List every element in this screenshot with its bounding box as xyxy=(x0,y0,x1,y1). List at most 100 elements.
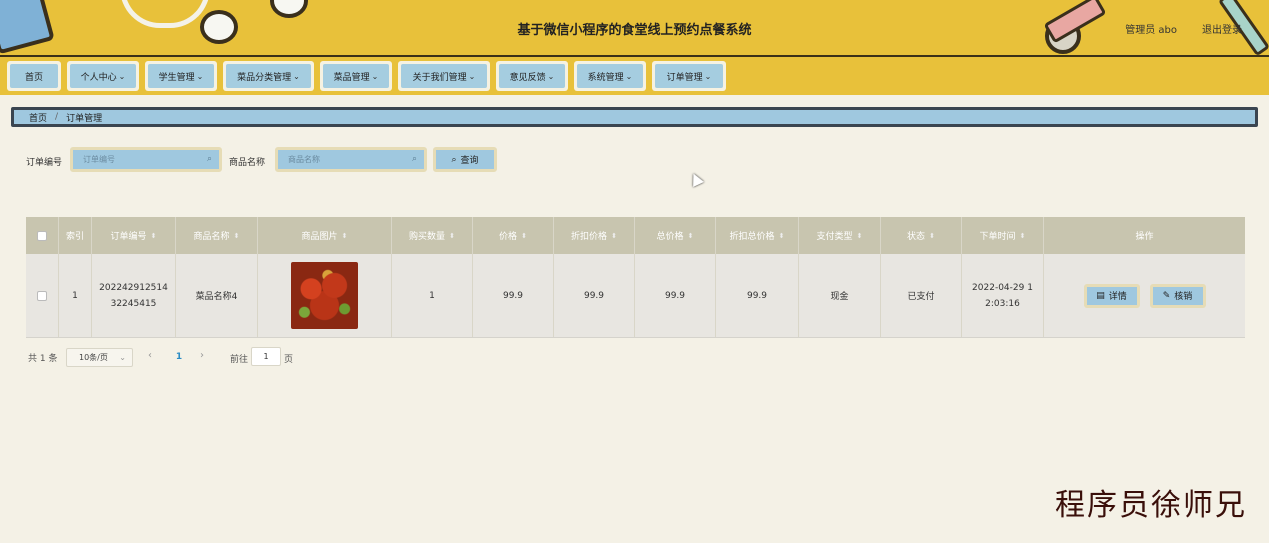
site-title: 基于微信小程序的食堂线上预约点餐系统 xyxy=(517,23,752,38)
next-page-button[interactable]: › xyxy=(200,350,204,361)
row-checkbox[interactable] xyxy=(37,290,47,301)
header-quantity[interactable]: 购买数量 ⬍ xyxy=(392,217,473,254)
header-total-price[interactable]: 总价格 ⬍ xyxy=(635,217,716,254)
chevron-down-icon: ⌄ xyxy=(625,71,633,81)
nav-item-dish-management[interactable]: 菜品管理 ⌄ xyxy=(320,61,392,91)
header-label: 价格 xyxy=(499,232,518,242)
goto-label: 前往 xyxy=(230,355,249,365)
nav-item-label: 关于我们管理 xyxy=(412,72,467,83)
sort-icon: ⬍ xyxy=(341,231,348,240)
sort-icon: ⬍ xyxy=(1019,231,1026,240)
nav-item-label: 首页 xyxy=(24,72,43,83)
watermark: 程序员徐师兄 xyxy=(1055,488,1247,523)
search-button-label: 查询 xyxy=(460,156,479,166)
select-all-cell xyxy=(26,217,59,254)
prev-page-button[interactable]: ‹ xyxy=(148,350,152,361)
cell-status: 已支付 xyxy=(881,254,962,337)
main-nav: 首页 个人中心 ⌄ 学生管理 ⌄ 菜品分类管理 ⌄ 菜品管理 ⌄ 关于我们管理 ⌄ 意见反… xyxy=(0,55,1269,95)
logout-link[interactable]: 退出登录 xyxy=(1202,21,1242,36)
order-table: 索引 订单编号 ⬍ 商品名称 ⬍ 商品图片 ⬍ 购买数量 ⬍ 价格 ⬍ 折扣价格 ⬍ 总价格… xyxy=(26,217,1245,338)
header-label: 操作 xyxy=(1135,232,1154,242)
cell-actions: ▤ 详情 ✎ 核销 xyxy=(1044,254,1245,337)
header: 基于微信小程序的食堂线上预约点餐系统 管理员 abo 退出登录 xyxy=(0,0,1269,55)
order-no-placeholder: 订单编号 xyxy=(83,155,115,164)
product-name-label: 商品名称 xyxy=(229,158,266,168)
search-icon: ⌕ xyxy=(206,154,212,164)
header-index: 索引 xyxy=(59,217,92,254)
header-label: 状态 xyxy=(907,232,926,242)
detail-button[interactable]: ▤ 详情 xyxy=(1083,283,1140,308)
header-label: 商品名称 xyxy=(193,232,230,242)
product-name-input[interactable]: 商品名称 ⌕ xyxy=(275,147,427,172)
search-icon: ⌕ xyxy=(411,154,417,164)
breadcrumb: 首页 / 订单管理 xyxy=(11,107,1258,127)
nav-item-feedback[interactable]: 意见反馈 ⌄ xyxy=(496,61,568,91)
breadcrumb-home[interactable]: 首页 xyxy=(29,111,47,124)
verify-button[interactable]: ✎ 核销 xyxy=(1149,283,1206,308)
detail-button-label: 详情 xyxy=(1108,292,1127,302)
document-icon: ▤ xyxy=(1096,290,1105,301)
order-no-input[interactable]: 订单编号 ⌕ xyxy=(70,147,222,172)
header-price[interactable]: 价格 ⬍ xyxy=(473,217,554,254)
order-time-part: 2022-04-29 1 xyxy=(972,282,1033,293)
nav-item-label: 意见反馈 xyxy=(509,72,546,83)
cell-pay-type: 现金 xyxy=(799,254,881,337)
header-product-name[interactable]: 商品名称 ⬍ xyxy=(176,217,258,254)
breadcrumb-separator: / xyxy=(55,112,59,122)
header-label: 索引 xyxy=(65,232,84,242)
sort-icon: ⬍ xyxy=(150,231,157,240)
nav-item-dish-category-management[interactable]: 菜品分类管理 ⌄ xyxy=(223,61,314,91)
nav-item-label: 菜品管理 xyxy=(333,72,370,83)
header-discount-total[interactable]: 折扣总价格 ⬍ xyxy=(716,217,799,254)
nav-item-personal-center[interactable]: 个人中心 ⌄ xyxy=(67,61,139,91)
earbud-decoration-icon xyxy=(270,0,308,18)
sort-icon: ⬍ xyxy=(521,231,527,240)
header-status[interactable]: 状态 ⬍ xyxy=(881,217,962,254)
verify-button-label: 核销 xyxy=(1174,292,1193,302)
user-info: 管理员 abo xyxy=(1125,25,1177,36)
order-no-part: 32245415 xyxy=(110,298,157,309)
header-label: 折扣价格 xyxy=(571,232,608,242)
cell-product-name: 菜品名称4 xyxy=(176,254,258,337)
product-name-placeholder: 商品名称 xyxy=(288,155,320,164)
header-label: 支付类型 xyxy=(816,232,853,242)
chevron-down-icon: ⌄ xyxy=(118,71,126,81)
search-button[interactable]: ⌕ 查询 xyxy=(433,147,497,172)
chevron-down-icon: ⌄ xyxy=(196,71,204,81)
header-order-no[interactable]: 订单编号 ⬍ xyxy=(92,217,176,254)
header-order-time[interactable]: 下单时间 ⬍ xyxy=(962,217,1044,254)
select-all-checkbox[interactable] xyxy=(37,230,47,241)
cell-quantity: 1 xyxy=(392,254,473,337)
page-size-select[interactable]: 10条/页 ⌄ xyxy=(66,348,133,367)
dish-image xyxy=(291,262,358,329)
cell-index: 1 xyxy=(59,254,92,337)
nav-item-label: 菜品分类管理 xyxy=(237,72,292,83)
header-label: 购买数量 xyxy=(409,232,446,242)
page-number-current[interactable]: 1 xyxy=(170,348,188,366)
goto-page-input[interactable]: 1 xyxy=(251,347,281,366)
nav-item-home[interactable]: 首页 xyxy=(7,61,61,91)
header-actions: 操作 xyxy=(1044,217,1245,254)
cell-price: 99.9 xyxy=(473,254,554,337)
nav-item-about-us-management[interactable]: 关于我们管理 ⌄ xyxy=(398,61,490,91)
search-icon: ⌕ xyxy=(451,154,457,165)
chevron-down-icon: ⌄ xyxy=(704,71,712,81)
page-size-value: 10条/页 xyxy=(79,353,108,362)
sort-icon: ⬍ xyxy=(233,231,240,240)
cell-discount-total: 99.9 xyxy=(716,254,799,337)
header-product-image[interactable]: 商品图片 ⬍ xyxy=(258,217,392,254)
nav-item-label: 订单管理 xyxy=(666,72,703,83)
table-row: 1 202242912514 32245415 菜品名称4 1 99.9 99.… xyxy=(26,254,1245,338)
order-time-part: 2:03:16 xyxy=(985,298,1020,309)
order-no-part: 202242912514 xyxy=(99,282,168,293)
nav-item-student-management[interactable]: 学生管理 ⌄ xyxy=(145,61,217,91)
nav-item-system-management[interactable]: 系统管理 ⌄ xyxy=(574,61,646,91)
header-pay-type[interactable]: 支付类型 ⬍ xyxy=(799,217,881,254)
header-discount-price[interactable]: 折扣价格 ⬍ xyxy=(554,217,635,254)
nav-item-label: 系统管理 xyxy=(587,72,624,83)
chevron-down-icon: ⌄ xyxy=(547,71,555,81)
nav-item-label: 个人中心 xyxy=(80,72,117,83)
pagination-total: 共 1 条 xyxy=(28,353,58,364)
nav-item-order-management[interactable]: 订单管理 ⌄ xyxy=(652,61,726,91)
mouse-cursor-icon xyxy=(688,171,704,187)
